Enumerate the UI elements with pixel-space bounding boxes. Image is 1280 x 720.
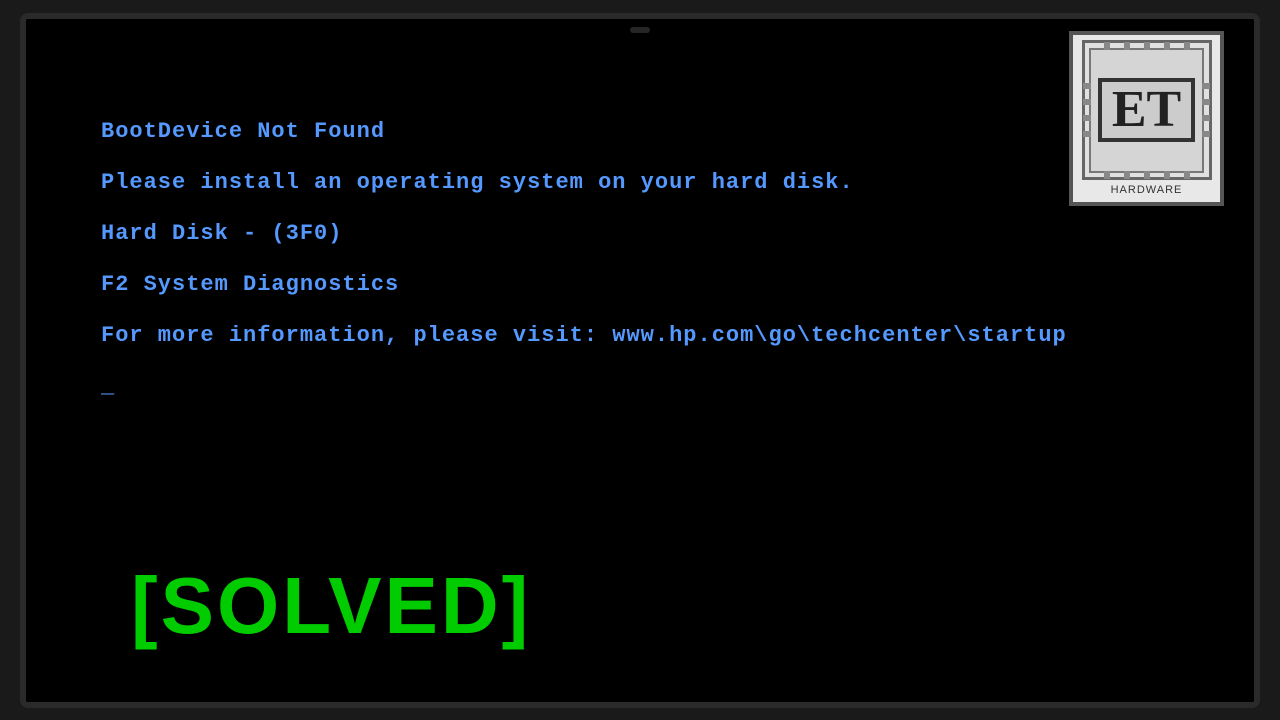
monitor-frame: BootDevice Not Found Please install an o…: [20, 13, 1260, 708]
pin: [1083, 83, 1091, 89]
bios-line-3: Hard Disk - (3F0): [101, 221, 1067, 246]
screen: BootDevice Not Found Please install an o…: [26, 19, 1254, 702]
watermark-badge: ET HARDWARE: [1069, 31, 1224, 206]
bios-content: BootDevice Not Found Please install an o…: [101, 119, 1067, 399]
pin: [1202, 131, 1210, 137]
solved-banner: [SOLVED]: [131, 560, 531, 652]
pin: [1202, 99, 1210, 105]
bios-line-1: BootDevice Not Found: [101, 119, 1067, 144]
screen-shine: [630, 27, 650, 33]
pin: [1083, 131, 1091, 137]
chip-pins-right: [1202, 83, 1210, 137]
pin: [1083, 99, 1091, 105]
pin: [1202, 83, 1210, 89]
chip-border: ET: [1089, 48, 1204, 173]
watermark-inner: ET: [1082, 40, 1212, 180]
watermark-label: HARDWARE: [1111, 184, 1183, 196]
bios-cursor: _: [101, 374, 1067, 399]
watermark-logo-text: ET: [1098, 78, 1195, 142]
bios-line-2: Please install an operating system on yo…: [101, 170, 1067, 195]
bios-line-5: For more information, please visit: www.…: [101, 323, 1067, 348]
pin: [1202, 115, 1210, 121]
bios-line-4: F2 System Diagnostics: [101, 272, 1067, 297]
chip-pins-left: [1083, 83, 1091, 137]
pin: [1083, 115, 1091, 121]
